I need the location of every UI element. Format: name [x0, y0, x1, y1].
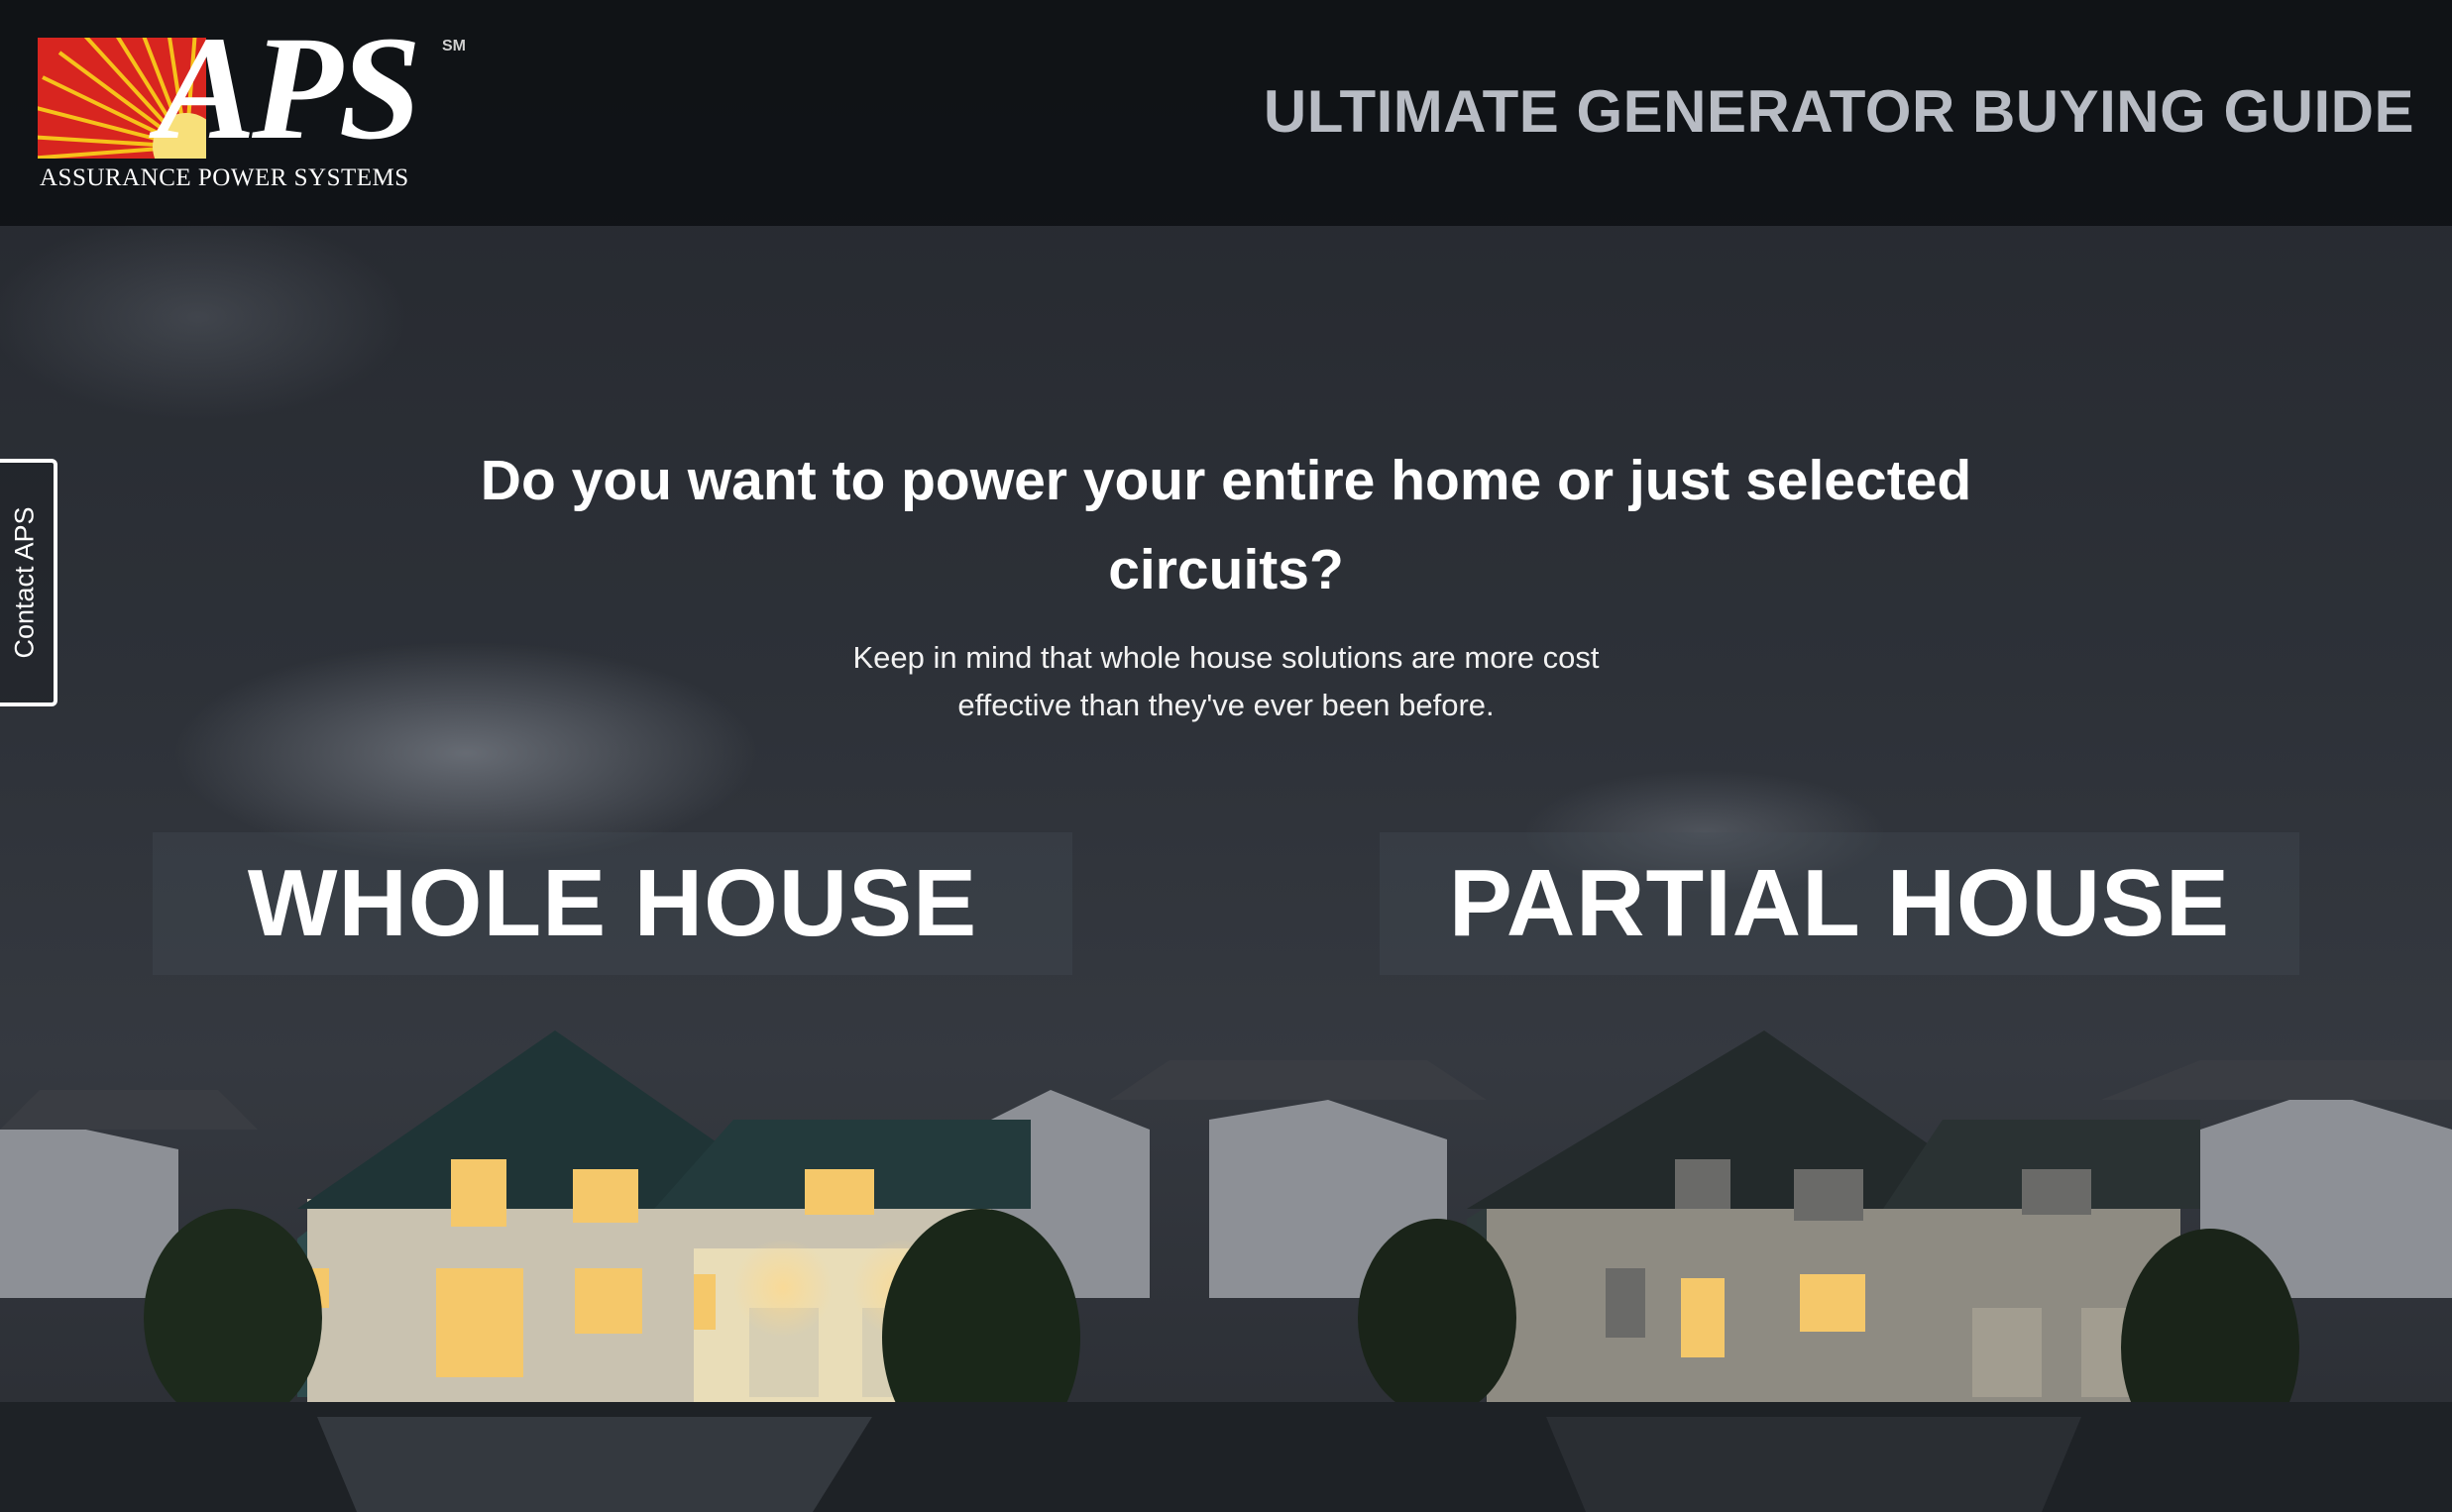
logo-subtitle: ASSURANCE POWER SYSTEMS	[40, 164, 409, 191]
question-heading: Do you want to power your entire home or…	[480, 449, 1972, 601]
header-bar: APS SM ASSURANCE POWER SYSTEMS ULTIMATE …	[0, 0, 2452, 226]
whole-house-button[interactable]: WHOLE HOUSE	[153, 832, 1072, 975]
logo-service-mark: SM	[442, 38, 466, 54]
contact-aps-label: Contact APS	[9, 506, 40, 659]
aps-logo[interactable]: APS SM ASSURANCE POWER SYSTEMS	[38, 14, 474, 200]
houses-illustration	[0, 1030, 2452, 1512]
whole-house-image	[144, 1030, 1080, 1466]
contact-aps-tab[interactable]: Contact APS	[0, 459, 57, 706]
partial-house-button[interactable]: PARTIAL HOUSE	[1380, 832, 2299, 975]
page-title: ULTIMATE GENERATOR BUYING GUIDE	[1263, 78, 2414, 145]
question-subtext: Keep in mind that whole house solutions …	[852, 640, 1600, 722]
logo-wordmark: APS	[157, 6, 421, 170]
